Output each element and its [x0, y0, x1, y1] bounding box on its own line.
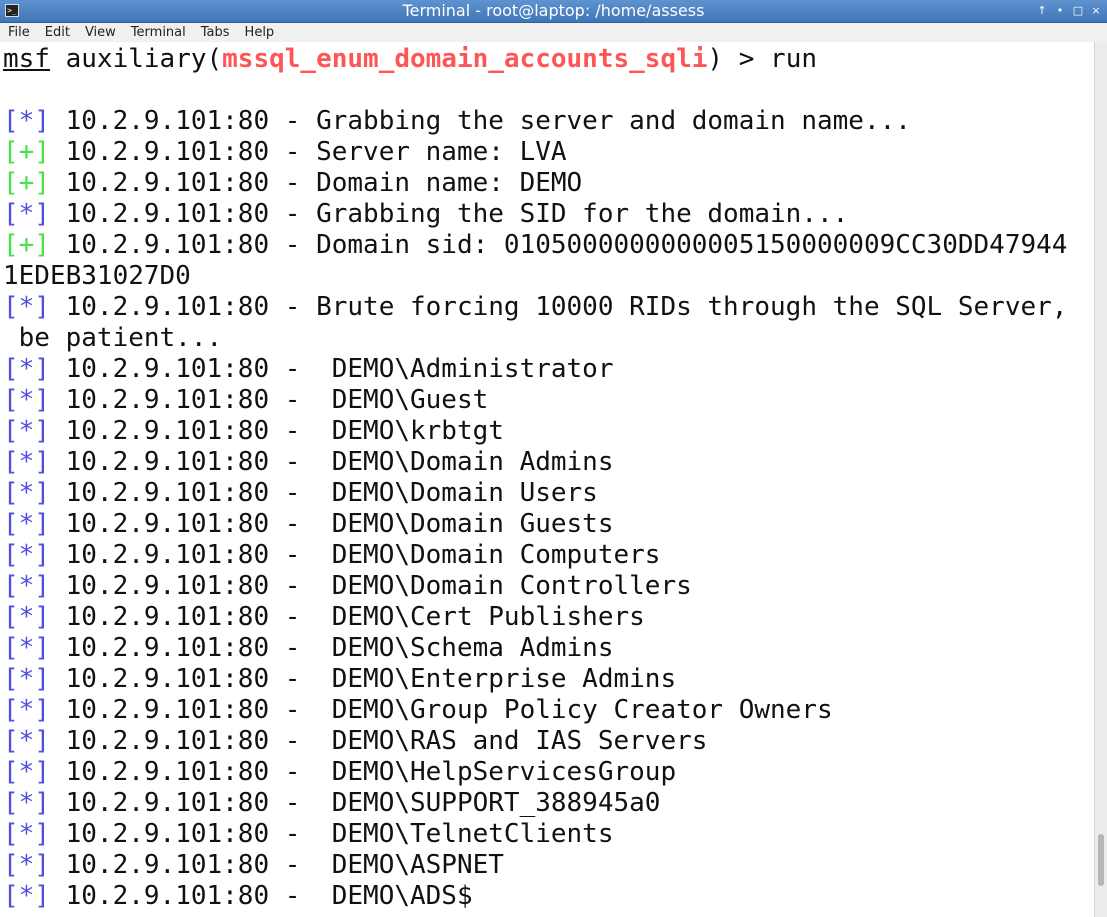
status-info-prefix: [*] — [3, 695, 50, 725]
scrollbar-thumb[interactable] — [1098, 834, 1104, 886]
output-text: 10.2.9.101:80 - Domain name: DEMO — [49, 168, 583, 198]
output-line: [*] 10.2.9.101:80 - DEMO\TelnetClients — [3, 819, 614, 850]
status-info-prefix: [*] — [3, 819, 50, 849]
output-line: [*] 10.2.9.101:80 - DEMO\Domain Computer… — [3, 540, 660, 571]
output-line: [*] 10.2.9.101:80 - DEMO\Group Policy Cr… — [3, 695, 833, 726]
output-line: [*] 10.2.9.101:80 - DEMO\Domain Admins — [3, 447, 614, 478]
output-line: [+] 10.2.9.101:80 - Domain sid: 01050000… — [3, 230, 1067, 261]
output-line: [*] 10.2.9.101:80 - DEMO\HelpServicesGro… — [3, 757, 676, 788]
status-info-prefix: [*] — [3, 602, 50, 632]
status-info-prefix: [*] — [3, 633, 50, 663]
vertical-scrollbar[interactable] — [1094, 42, 1107, 917]
output-text: 10.2.9.101:80 - DEMO\Domain Admins — [49, 447, 614, 477]
output-text: 10.2.9.101:80 - DEMO\Domain Computers — [49, 540, 661, 570]
output-text: 10.2.9.101:80 - DEMO\Schema Admins — [49, 633, 614, 663]
msf-prompt: msf — [3, 44, 50, 74]
output-text: 10.2.9.101:80 - DEMO\Cert Publishers — [49, 602, 645, 632]
output-text: 10.2.9.101:80 - Grabbing the SID for the… — [49, 199, 849, 229]
output-line: [*] 10.2.9.101:80 - Grabbing the SID for… — [3, 199, 848, 230]
window-title: Terminal - root@laptop: /home/assess — [402, 1, 705, 20]
output-line: [*] 10.2.9.101:80 - DEMO\krbtgt — [3, 416, 504, 447]
output-text: 10.2.9.101:80 - DEMO\Enterprise Admins — [49, 664, 677, 694]
output-text: 10.2.9.101:80 - DEMO\Domain Controllers — [49, 571, 692, 601]
minimize-button[interactable]: • — [1053, 4, 1067, 18]
menu-tabs[interactable]: Tabs — [193, 23, 237, 42]
status-info-prefix: [*] — [3, 447, 50, 477]
status-info-prefix: [*] — [3, 416, 50, 446]
roll-up-button[interactable]: ↑ — [1035, 4, 1049, 18]
menu-file[interactable]: File — [0, 23, 37, 42]
output-line: [*] 10.2.9.101:80 - DEMO\SUPPORT_388945a… — [3, 788, 660, 819]
output-text: 10.2.9.101:80 - DEMO\ASPNET — [49, 850, 504, 880]
output-text: 10.2.9.101:80 - DEMO\HelpServicesGroup — [49, 757, 677, 787]
output-line: [*] 10.2.9.101:80 - DEMO\Guest — [3, 385, 488, 416]
output-text: 10.2.9.101:80 - Server name: LVA — [49, 137, 567, 167]
output-line: 1EDEB31027D0 — [3, 261, 191, 292]
output-line: [+] 10.2.9.101:80 - Server name: LVA — [3, 137, 567, 168]
status-info-prefix: [*] — [3, 354, 50, 384]
close-button[interactable]: × — [1089, 4, 1103, 18]
output-text: 10.2.9.101:80 - DEMO\Domain Guests — [49, 509, 614, 539]
output-text: 10.2.9.101:80 - DEMO\Domain Users — [49, 478, 598, 508]
status-info-prefix: [*] — [3, 385, 50, 415]
status-info-prefix: [*] — [3, 664, 50, 694]
status-success-prefix: [+] — [3, 230, 50, 260]
output-line: [*] 10.2.9.101:80 - Grabbing the server … — [3, 106, 911, 137]
status-info-prefix: [*] — [3, 106, 50, 136]
output-text: be patient... — [3, 323, 223, 353]
status-info-prefix: [*] — [3, 726, 50, 756]
menu-bar: File Edit View Terminal Tabs Help — [0, 23, 1107, 42]
output-line: [*] 10.2.9.101:80 - DEMO\ADS$ — [3, 881, 473, 912]
status-info-prefix: [*] — [3, 850, 50, 880]
status-success-prefix: [+] — [3, 168, 50, 198]
window-titlebar[interactable]: >_ Terminal - root@laptop: /home/assess … — [0, 0, 1107, 23]
output-text: 10.2.9.101:80 - Domain sid: 010500000000… — [49, 230, 1068, 260]
output-text: 10.2.9.101:80 - DEMO\Guest — [49, 385, 489, 415]
output-text: 10.2.9.101:80 - DEMO\krbtgt — [49, 416, 504, 446]
output-text: 10.2.9.101:80 - DEMO\Administrator — [49, 354, 614, 384]
menu-edit[interactable]: Edit — [37, 23, 77, 42]
status-success-prefix: [+] — [3, 137, 50, 167]
output-text: 10.2.9.101:80 - DEMO\TelnetClients — [49, 819, 614, 849]
menu-view[interactable]: View — [77, 23, 123, 42]
maximize-button[interactable]: □ — [1071, 4, 1085, 18]
output-line: [+] 10.2.9.101:80 - Domain name: DEMO — [3, 168, 582, 199]
output-line: [*] 10.2.9.101:80 - DEMO\RAS and IAS Ser… — [3, 726, 707, 757]
output-line: be patient... — [3, 323, 223, 354]
output-line: [*] 10.2.9.101:80 - DEMO\Domain Users — [3, 478, 598, 509]
prompt-command: ) > run — [707, 44, 817, 74]
output-line: [*] 10.2.9.101:80 - DEMO\Domain Controll… — [3, 571, 692, 602]
output-line: [*] 10.2.9.101:80 - DEMO\Cert Publishers — [3, 602, 645, 633]
output-line: [*] 10.2.9.101:80 - DEMO\Administrator — [3, 354, 614, 385]
status-info-prefix: [*] — [3, 509, 50, 539]
status-info-prefix: [*] — [3, 478, 50, 508]
output-text: 10.2.9.101:80 - Grabbing the server and … — [49, 106, 911, 136]
output-text: 10.2.9.101:80 - Brute forcing 10000 RIDs… — [49, 292, 1068, 322]
output-line: [*] 10.2.9.101:80 - Brute forcing 10000 … — [3, 292, 1067, 323]
status-info-prefix: [*] — [3, 292, 50, 322]
window-controls: ↑ • □ × — [1035, 4, 1103, 18]
output-line: [*] 10.2.9.101:80 - DEMO\ASPNET — [3, 850, 504, 881]
output-text: 10.2.9.101:80 - DEMO\RAS and IAS Servers — [49, 726, 708, 756]
menu-help[interactable]: Help — [237, 23, 282, 42]
menu-terminal[interactable]: Terminal — [123, 23, 193, 42]
status-info-prefix: [*] — [3, 199, 50, 229]
output-line: [*] 10.2.9.101:80 - DEMO\Schema Admins — [3, 633, 614, 664]
module-name: mssql_enum_domain_accounts_sqli — [222, 44, 708, 74]
terminal-output[interactable]: msf auxiliary(mssql_enum_domain_accounts… — [0, 42, 1094, 917]
status-info-prefix: [*] — [3, 788, 50, 818]
prompt-prefix: auxiliary( — [49, 44, 223, 74]
output-text: 10.2.9.101:80 - DEMO\ADS$ — [49, 881, 473, 911]
output-text: 10.2.9.101:80 - DEMO\Group Policy Creato… — [49, 695, 833, 725]
output-line: [*] 10.2.9.101:80 - DEMO\Enterprise Admi… — [3, 664, 676, 695]
output-line: [*] 10.2.9.101:80 - DEMO\Domain Guests — [3, 509, 614, 540]
output-text: 1EDEB31027D0 — [3, 261, 191, 291]
status-info-prefix: [*] — [3, 571, 50, 601]
status-info-prefix: [*] — [3, 540, 50, 570]
output-text: 10.2.9.101:80 - DEMO\SUPPORT_388945a0 — [49, 788, 661, 818]
status-info-prefix: [*] — [3, 881, 50, 911]
prompt-line: msf auxiliary(mssql_enum_domain_accounts… — [3, 44, 817, 75]
status-info-prefix: [*] — [3, 757, 50, 787]
